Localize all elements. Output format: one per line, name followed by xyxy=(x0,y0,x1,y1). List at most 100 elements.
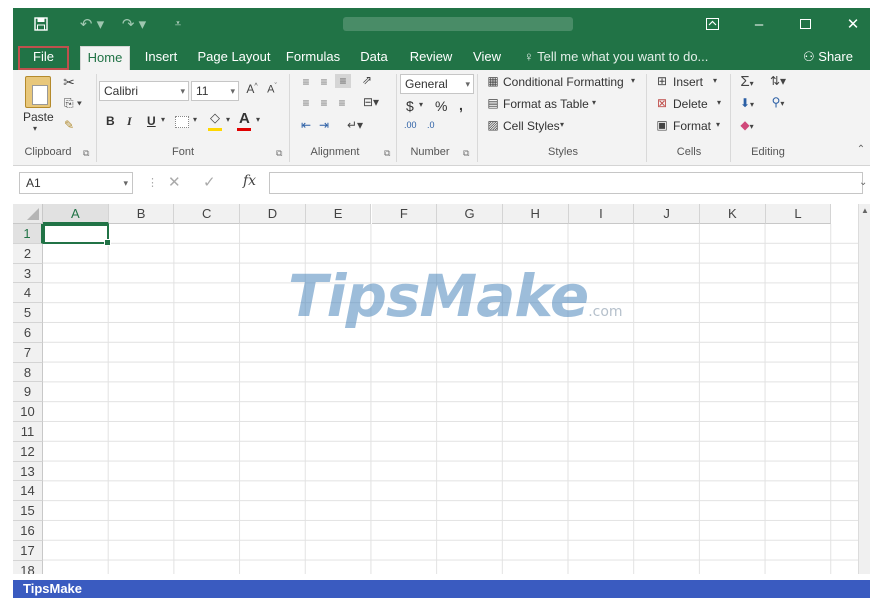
cell-styles-button[interactable]: Cell Styles xyxy=(503,119,560,133)
column-header-d[interactable]: D xyxy=(240,204,306,224)
tab-review[interactable]: Review xyxy=(406,46,456,70)
bold-button[interactable]: B xyxy=(106,114,115,128)
tab-page-layout[interactable]: Page Layout xyxy=(195,46,273,70)
column-header-c[interactable]: C xyxy=(174,204,241,224)
cut-icon[interactable]: ✂ xyxy=(62,74,76,91)
orientation-icon[interactable]: ⇗ xyxy=(359,73,375,87)
chevron-down-icon[interactable]: ▾ xyxy=(713,76,717,85)
chevron-down-icon[interactable]: ▾ xyxy=(717,98,721,107)
decrease-font-size-icon[interactable]: Aˇ xyxy=(265,83,279,96)
scroll-up-icon[interactable]: ▲ xyxy=(860,206,870,215)
row-header-8[interactable]: 8 xyxy=(13,362,43,383)
tab-view[interactable]: View xyxy=(469,46,505,70)
chevron-down-icon[interactable]: ▾ xyxy=(592,98,596,107)
row-header-2[interactable]: 2 xyxy=(13,243,43,264)
vertical-scrollbar[interactable]: ▲ xyxy=(858,204,870,574)
column-header-l[interactable]: L xyxy=(765,204,832,224)
wrap-text-icon[interactable]: ↵▾ xyxy=(343,118,367,132)
format-cells-button[interactable]: Format xyxy=(673,119,711,133)
row-header-7[interactable]: 7 xyxy=(13,342,43,363)
expand-formula-bar-icon[interactable]: ⌄ xyxy=(859,177,867,188)
tell-me-box[interactable]: ♀ Tell me what you want to do... xyxy=(524,46,708,68)
row-header-17[interactable]: 17 xyxy=(13,540,43,561)
tab-home[interactable]: Home xyxy=(80,46,130,70)
font-size-select[interactable]: 11 ▾ xyxy=(191,81,239,101)
row-header-6[interactable]: 6 xyxy=(13,323,43,343)
align-right-icon[interactable]: ≡ xyxy=(335,96,349,110)
row-header-1[interactable]: 1 xyxy=(13,224,43,244)
merge-center-icon[interactable]: ⊟▾ xyxy=(359,95,383,109)
maximize-icon[interactable] xyxy=(795,14,815,34)
insert-cells-button[interactable]: Insert xyxy=(673,75,703,89)
percent-button[interactable]: % xyxy=(435,98,447,114)
formula-input[interactable] xyxy=(269,172,863,194)
row-header-5[interactable]: 5 xyxy=(13,303,43,323)
drag-handle-icon[interactable]: ⋮ xyxy=(147,176,158,189)
paste-dropdown-icon[interactable]: ▾ xyxy=(33,124,37,133)
row-header-12[interactable]: 12 xyxy=(13,441,43,462)
column-header-e[interactable]: E xyxy=(305,204,372,224)
paste-button-label[interactable]: Paste xyxy=(23,110,54,124)
column-header-i[interactable]: I xyxy=(568,204,635,224)
clipboard-launcher-icon[interactable]: ⧉ xyxy=(83,148,89,159)
tab-data[interactable]: Data xyxy=(356,46,392,70)
font-launcher-icon[interactable]: ⧉ xyxy=(276,148,282,159)
share-button[interactable]: ⚇ Share xyxy=(803,46,853,68)
customize-quick-access-icon[interactable]: ⩡ xyxy=(171,14,185,34)
borders-dropdown-icon[interactable]: ▾ xyxy=(193,115,197,124)
insert-function-icon[interactable]: fx xyxy=(243,173,256,189)
align-left-icon[interactable]: ≡ xyxy=(299,96,313,110)
tab-file[interactable]: File xyxy=(18,46,69,70)
underline-button[interactable]: U xyxy=(147,114,156,128)
top-align-icon[interactable]: ≡ xyxy=(299,75,313,89)
decrease-indent-icon[interactable]: ⇤ xyxy=(299,118,313,132)
redo-icon[interactable]: ↷ ▾ xyxy=(119,14,149,34)
paste-icon[interactable] xyxy=(25,76,51,108)
font-name-select[interactable]: Calibri ▾ xyxy=(99,81,189,101)
comma-button[interactable]: , xyxy=(459,97,463,113)
cancel-icon[interactable]: ✕ xyxy=(168,173,181,191)
increase-decimal-button[interactable]: .00 xyxy=(404,120,417,130)
row-header-16[interactable]: 16 xyxy=(13,521,43,541)
column-header-k[interactable]: K xyxy=(700,204,766,224)
chevron-down-icon[interactable]: ▾ xyxy=(631,76,635,85)
fill-color-dropdown-icon[interactable]: ▾ xyxy=(226,115,230,124)
row-header-11[interactable]: 11 xyxy=(13,422,43,442)
collapse-ribbon-icon[interactable]: ⌃ xyxy=(855,144,867,155)
row-header-13[interactable]: 13 xyxy=(13,461,43,482)
ribbon-display-options-icon[interactable] xyxy=(701,14,723,34)
increase-font-size-icon[interactable]: A^ xyxy=(245,82,259,96)
minimize-icon[interactable]: – xyxy=(749,14,769,34)
row-header-3[interactable]: 3 xyxy=(13,263,43,284)
column-header-g[interactable]: G xyxy=(437,204,503,224)
row-header-4[interactable]: 4 xyxy=(13,283,43,304)
italic-button[interactable]: I xyxy=(127,114,132,129)
row-header-10[interactable]: 10 xyxy=(13,402,43,422)
align-center-icon[interactable]: ≡ xyxy=(317,96,331,110)
delete-cells-button[interactable]: Delete xyxy=(673,97,708,111)
name-box[interactable]: A1 ▾ xyxy=(19,172,133,194)
conditional-formatting-button[interactable]: Conditional Formatting xyxy=(503,75,624,89)
sort-filter-icon[interactable]: ⇅▾ xyxy=(765,74,791,88)
active-cell-a1[interactable] xyxy=(43,224,111,246)
find-select-icon[interactable]: ⚲▾ xyxy=(765,95,791,109)
tab-insert[interactable]: Insert xyxy=(139,46,183,70)
undo-icon[interactable]: ↶ ▾ xyxy=(77,14,107,34)
currency-button[interactable]: $ xyxy=(406,98,414,114)
close-icon[interactable]: ✕ xyxy=(843,14,863,34)
autosum-icon[interactable]: Σ▾ xyxy=(735,73,759,90)
number-launcher-icon[interactable]: ⧉ xyxy=(463,148,469,159)
decrease-decimal-button[interactable]: .0 xyxy=(427,120,435,130)
chevron-down-icon[interactable]: ▾ xyxy=(560,120,564,129)
middle-align-icon[interactable]: ≡ xyxy=(317,75,331,89)
row-header-9[interactable]: 9 xyxy=(13,382,43,403)
select-all-button[interactable] xyxy=(13,204,43,224)
format-painter-icon[interactable]: ✎ xyxy=(62,118,76,132)
column-header-h[interactable]: H xyxy=(502,204,569,224)
enter-icon[interactable]: ✓ xyxy=(203,173,216,191)
bottom-align-icon[interactable]: ≡ xyxy=(335,74,351,88)
row-header-18[interactable]: 18 xyxy=(13,560,43,574)
increase-indent-icon[interactable]: ⇥ xyxy=(317,118,331,132)
clear-icon[interactable]: ◆▾ xyxy=(735,118,759,132)
tab-formulas[interactable]: Formulas xyxy=(284,46,342,70)
